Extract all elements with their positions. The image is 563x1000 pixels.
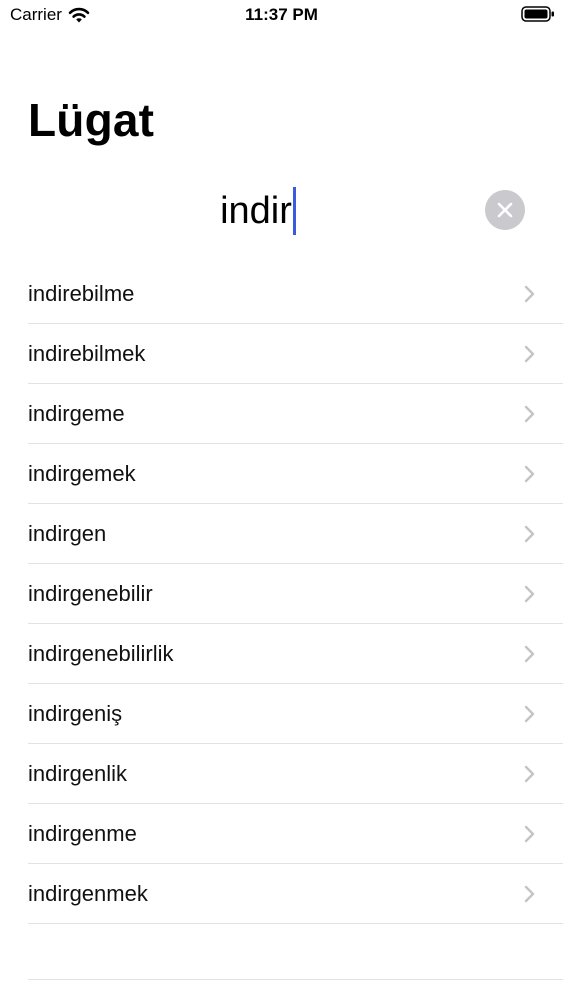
list-item-label: indirgenebilir [28,580,153,606]
list-item-label: indirgenmek [28,880,148,906]
clear-search-button[interactable] [485,190,525,230]
chevron-right-icon [524,885,535,902]
search-bar: indir [28,180,563,242]
list-item-label: indirebilme [28,280,135,306]
chevron-right-icon [524,705,535,722]
battery-icon [521,6,554,22]
list-item[interactable]: indirebilmek [28,324,563,384]
chevron-right-icon [524,405,535,422]
list-item-label: indirgeme [28,400,125,426]
list-item[interactable]: indirgenebilir [28,564,563,624]
list-item[interactable]: indirgenlik [28,744,563,804]
text-caret [292,187,296,235]
status-time: 11:37 PM [245,5,318,24]
chevron-right-icon [524,525,535,542]
list-item[interactable]: indirgenme [28,804,563,864]
search-results-list: indirebilme indirebilmek indirgeme indirgem… [28,264,563,924]
chevron-right-icon [524,345,535,362]
list-item[interactable]: indirgen [28,504,563,564]
list-item-label: indirebilmek [28,340,146,366]
chevron-right-icon [524,285,535,302]
list-item[interactable]: indirgenebilirlik [28,624,563,684]
list-item-label: indirgenme [28,820,137,846]
list-item[interactable]: indirebilme [28,264,563,324]
chevron-right-icon [524,825,535,842]
list-item-label: indirgeniş [28,700,123,726]
list-item-label: indirgenebilirlik [28,640,174,666]
list-bottom-divider [28,979,563,980]
list-item[interactable]: indirgemek [28,444,563,504]
close-icon [497,202,513,218]
status-bar: Carrier 11:37 PM [0,0,563,30]
list-item-label: indirgen [28,520,107,546]
list-item[interactable]: indirgenmek [28,864,563,924]
list-item[interactable]: indirgeme [28,384,563,444]
chevron-right-icon [524,585,535,602]
list-item[interactable]: indirgeniş [28,684,563,744]
chevron-right-icon [524,765,535,782]
list-item-label: indirgemek [28,460,136,486]
search-input[interactable]: indir [28,180,488,242]
search-input-value: indir [220,189,292,232]
page-title: Lügat [28,94,155,146]
chevron-right-icon [524,465,535,482]
chevron-right-icon [524,645,535,662]
list-item-label: indirgenlik [28,760,128,786]
